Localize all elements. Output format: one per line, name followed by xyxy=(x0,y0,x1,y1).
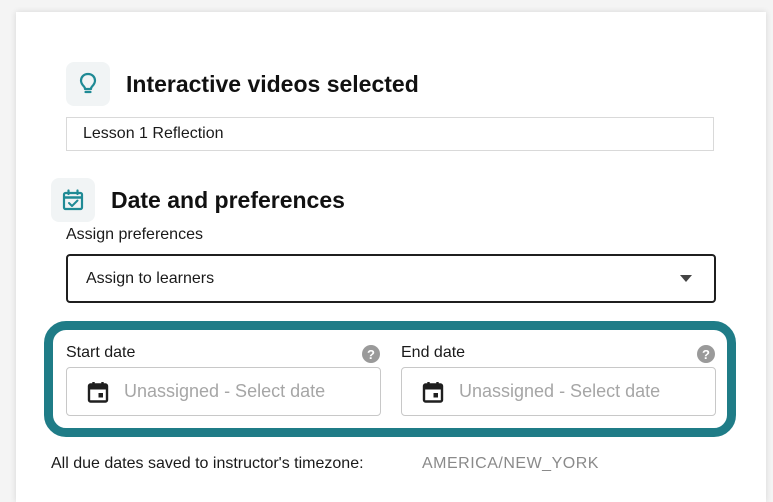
end-date-field[interactable] xyxy=(459,381,699,402)
end-date-label: End date xyxy=(401,344,466,361)
timezone-note: All due dates saved to instructor's time… xyxy=(51,455,364,472)
lightbulb-icon xyxy=(66,62,110,106)
assign-preferences-value: Assign to learners xyxy=(86,269,215,287)
caret-down-icon xyxy=(680,275,692,282)
start-date-help-icon[interactable]: ? xyxy=(362,345,380,363)
start-date-field[interactable] xyxy=(124,381,364,402)
videos-section-title: Interactive videos selected xyxy=(126,71,419,97)
dates-section-title: Date and preferences xyxy=(111,187,345,213)
calendar-icon xyxy=(422,381,444,403)
selected-video-field: Lesson 1 Reflection xyxy=(66,117,714,151)
assign-preferences-select[interactable]: Assign to learners xyxy=(66,254,716,303)
end-date-input[interactable] xyxy=(401,367,716,416)
assignment-card: Interactive videos selected Lesson 1 Ref… xyxy=(16,12,766,502)
end-date-help-icon[interactable]: ? xyxy=(697,345,715,363)
selected-video-name: Lesson 1 Reflection xyxy=(83,125,224,142)
calendar-icon xyxy=(87,381,109,403)
timezone-value: AMERICA/NEW_YORK xyxy=(422,455,599,472)
start-date-label: Start date xyxy=(66,344,136,361)
calendar-check-icon xyxy=(51,178,95,222)
start-date-input[interactable] xyxy=(66,367,381,416)
assign-preferences-label: Assign preferences xyxy=(66,226,203,243)
